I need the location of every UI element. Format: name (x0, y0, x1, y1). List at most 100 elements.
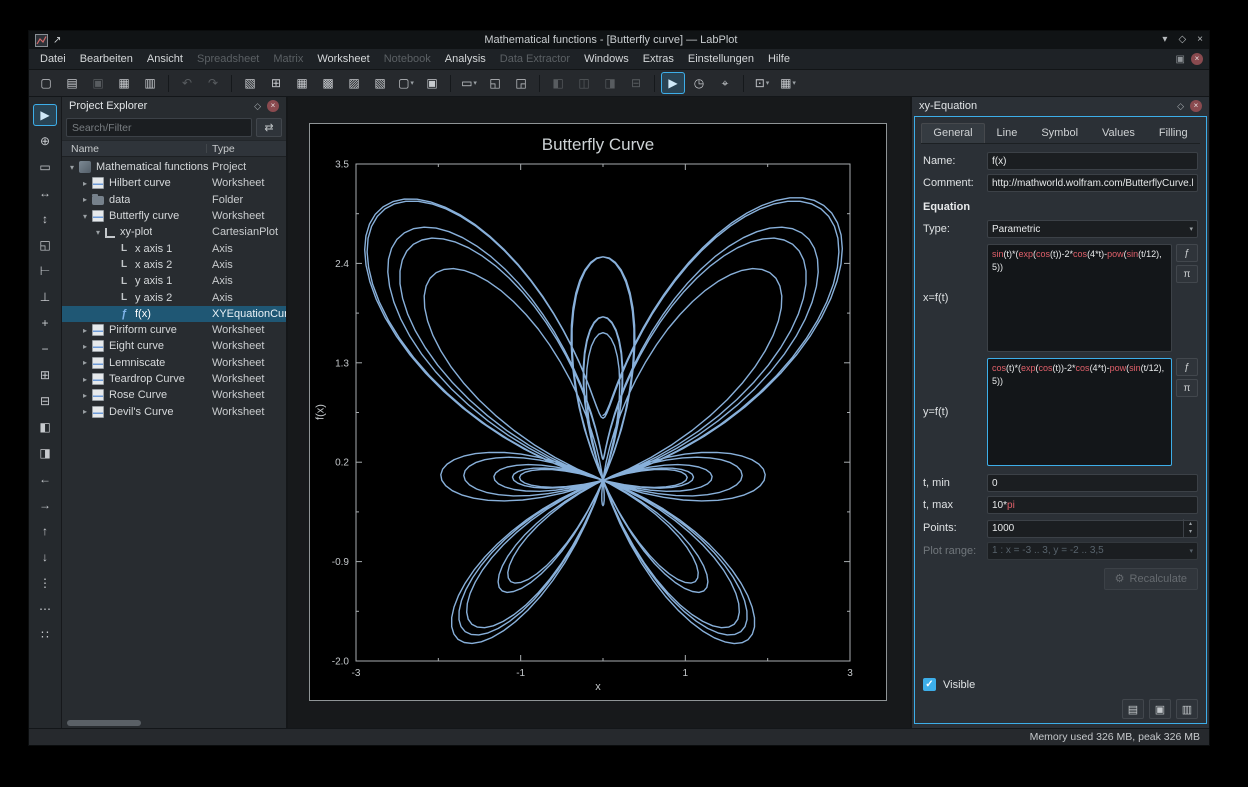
zoom-out-x-button[interactable]: ⊟ (33, 390, 57, 412)
column-divider[interactable] (206, 144, 207, 153)
minimize-button[interactable]: ▾ (1162, 31, 1167, 49)
name-input[interactable] (987, 152, 1198, 170)
tree-item-teardrop-curve[interactable]: ▸ Teardrop Curve Worksheet (62, 371, 286, 387)
expand-arrow-icon[interactable]: ▸ (79, 195, 91, 204)
tree-column-headers[interactable]: Name Type (62, 140, 286, 157)
spin-up-icon[interactable]: ▴ (1189, 520, 1192, 527)
close-dock-icon[interactable]: × (1190, 100, 1202, 112)
close-button[interactable]: × (1197, 31, 1203, 49)
points-input[interactable] (987, 519, 1198, 538)
collapse-arrow-icon[interactable]: ▾ (66, 163, 78, 172)
tab-general[interactable]: General (921, 123, 985, 143)
tab-values[interactable]: Values (1090, 123, 1147, 143)
t-min-input[interactable] (987, 474, 1198, 492)
expand-arrow-icon[interactable]: ▸ (79, 407, 91, 416)
insert-constant-button[interactable]: π (1176, 265, 1198, 283)
insert-function-button[interactable]: ƒ (1176, 358, 1198, 376)
zoom-select-mode-button[interactable]: ▭ (33, 156, 57, 178)
plot-canvas[interactable]: -3 -1 1 3 3.5 2.4 1.3 0.2 -0.9 -2.0 (310, 124, 886, 700)
new-project-button[interactable]: ▢ (34, 72, 58, 94)
zoom-y-select-mode-button[interactable]: ↕ (33, 208, 57, 230)
worksheet-view[interactable]: -3 -1 1 3 3.5 2.4 1.3 0.2 -0.9 -2.0 Butterfly Cur… (288, 97, 910, 728)
select-region-button[interactable]: ⌖ (713, 72, 737, 94)
add-new-button[interactable]: ▦ ▾ (776, 72, 800, 94)
auto-scale-y-button[interactable]: ⊥ (33, 286, 57, 308)
collapse-arrow-icon[interactable]: ▾ (79, 212, 91, 221)
tab-symbol[interactable]: Symbol (1029, 123, 1090, 143)
zoom-in-button[interactable]: + (33, 312, 57, 334)
auto-scale-button[interactable]: ◱ (33, 234, 57, 256)
expand-arrow-icon[interactable]: ▸ (79, 375, 91, 384)
tree-item-lemniscate[interactable]: ▸ Lemniscate Worksheet (62, 355, 286, 371)
menu-bearbeiten[interactable]: Bearbeiten (73, 49, 140, 70)
shift-up-y-button[interactable]: ↑ (33, 520, 57, 542)
new-matrix-button[interactable]: ▩ (316, 72, 340, 94)
tree-item-data[interactable]: ▸ data Folder (62, 192, 286, 208)
tree-item-rose-curve[interactable]: ▸ Rose Curve Worksheet (62, 387, 286, 403)
menu-hilfe[interactable]: Hilfe (761, 49, 797, 70)
menu-extras[interactable]: Extras (636, 49, 681, 70)
data-picker-mode-button[interactable]: ⋯ (33, 598, 57, 620)
horizontal-scrollbar[interactable] (62, 718, 286, 728)
menu-einstellungen[interactable]: Einstellungen (681, 49, 761, 70)
title-bar[interactable]: ↗ Mathematical functions - [Butterfly cu… (29, 31, 1209, 49)
presenter-mode-button[interactable]: ▶ (661, 72, 685, 94)
auto-scale-x-button[interactable]: ⊢ (33, 260, 57, 282)
tree-item-f-x[interactable]: ƒ f(x) XYEquationCurve (62, 305, 286, 322)
new-worksheet-button[interactable]: ▨ (342, 72, 366, 94)
tab-line[interactable]: Line (985, 123, 1030, 143)
menu-ansicht[interactable]: Ansicht (140, 49, 190, 70)
new-plot-button[interactable]: ▢ ▾ (394, 72, 418, 94)
equation-type-select[interactable]: Parametric ▾ (987, 220, 1198, 238)
shift-left-x-button[interactable]: ← (33, 468, 57, 490)
zoom-out-y-button[interactable]: ◨ (33, 442, 57, 464)
insert-function-button[interactable]: ƒ (1176, 244, 1198, 262)
expand-arrow-icon[interactable]: ▸ (79, 342, 91, 351)
menu-windows[interactable]: Windows (577, 49, 636, 70)
zoom-mode-button[interactable]: ▭ ▾ (457, 72, 481, 94)
points-spinner[interactable]: ▴ ▾ (1183, 519, 1197, 537)
cartesian-plot-actions-button[interactable]: ⊡ ▾ (750, 72, 774, 94)
template-options-button[interactable]: ▥ (1176, 699, 1198, 719)
collapse-arrow-icon[interactable]: ▾ (92, 228, 104, 237)
insert-constant-button[interactable]: π (1176, 379, 1198, 397)
shift-down-y-button[interactable]: ↓ (33, 546, 57, 568)
new-spreadsheet-button[interactable]: ▦ (290, 72, 314, 94)
worksheet-page[interactable]: -3 -1 1 3 3.5 2.4 1.3 0.2 -0.9 -2.0 Butterfly Cur… (309, 123, 887, 701)
tree-item-mathematical-functions[interactable]: ▾ Mathematical functions Project (62, 159, 286, 175)
menubar-close-icon[interactable]: × (1191, 53, 1203, 65)
refresh-interval-button[interactable]: ◷ (687, 72, 711, 94)
zoom-in-y-button[interactable]: ◧ (33, 416, 57, 438)
fit-to-width-button[interactable]: ◲ (509, 72, 533, 94)
tree-item-eight-curve[interactable]: ▸ Eight curve Worksheet (62, 338, 286, 354)
expand-arrow-icon[interactable]: ▸ (79, 358, 91, 367)
print-button[interactable]: ▦ (112, 72, 136, 94)
expand-arrow-icon[interactable]: ▸ (79, 391, 91, 400)
visible-checkbox[interactable]: ✓ (923, 678, 936, 691)
save-template-button[interactable]: ▣ (1149, 699, 1171, 719)
tree-item-x-axis-1[interactable]: Lx axis 1 Axis (62, 240, 286, 256)
zoom-in-x-button[interactable]: ⊞ (33, 364, 57, 386)
tree-item-y-axis-2[interactable]: Ly axis 2 Axis (62, 289, 286, 305)
tree-item-devil-s-curve[interactable]: ▸ Devil's Curve Worksheet (62, 403, 286, 419)
menu-analysis[interactable]: Analysis (438, 49, 493, 70)
select-mode-button[interactable]: ▶ (33, 104, 57, 126)
menu-datei[interactable]: Datei (33, 49, 73, 70)
crosshair-mode-button[interactable]: ⊕ (33, 130, 57, 152)
expand-arrow-icon[interactable]: ▸ (79, 179, 91, 188)
new-notebook-button[interactable]: ▧ (368, 72, 392, 94)
zoom-out-button[interactable]: − (33, 338, 57, 360)
open-project-button[interactable]: ▤ (60, 72, 84, 94)
tree-item-xy-plot[interactable]: ▾ xy-plot CartesianPlot (62, 224, 286, 240)
filter-options-button[interactable]: ⇄ (256, 118, 282, 137)
float-dock-icon[interactable]: ◇ (1177, 101, 1184, 112)
fit-to-page-button[interactable]: ◱ (483, 72, 507, 94)
expand-arrow-icon[interactable]: ▸ (79, 326, 91, 335)
toolbar-overflow-icon[interactable]: ▣ (1176, 54, 1185, 65)
print-preview-button[interactable]: ▥ (138, 72, 162, 94)
tree-item-piriform-curve[interactable]: ▸ Piriform curve Worksheet (62, 322, 286, 338)
zoom-x-select-mode-button[interactable]: ↔ (33, 182, 57, 204)
restore-button[interactable]: ◇ (1178, 31, 1186, 49)
new-workbook-button[interactable]: ⊞ (264, 72, 288, 94)
new-folder-button[interactable]: ▧ (238, 72, 262, 94)
